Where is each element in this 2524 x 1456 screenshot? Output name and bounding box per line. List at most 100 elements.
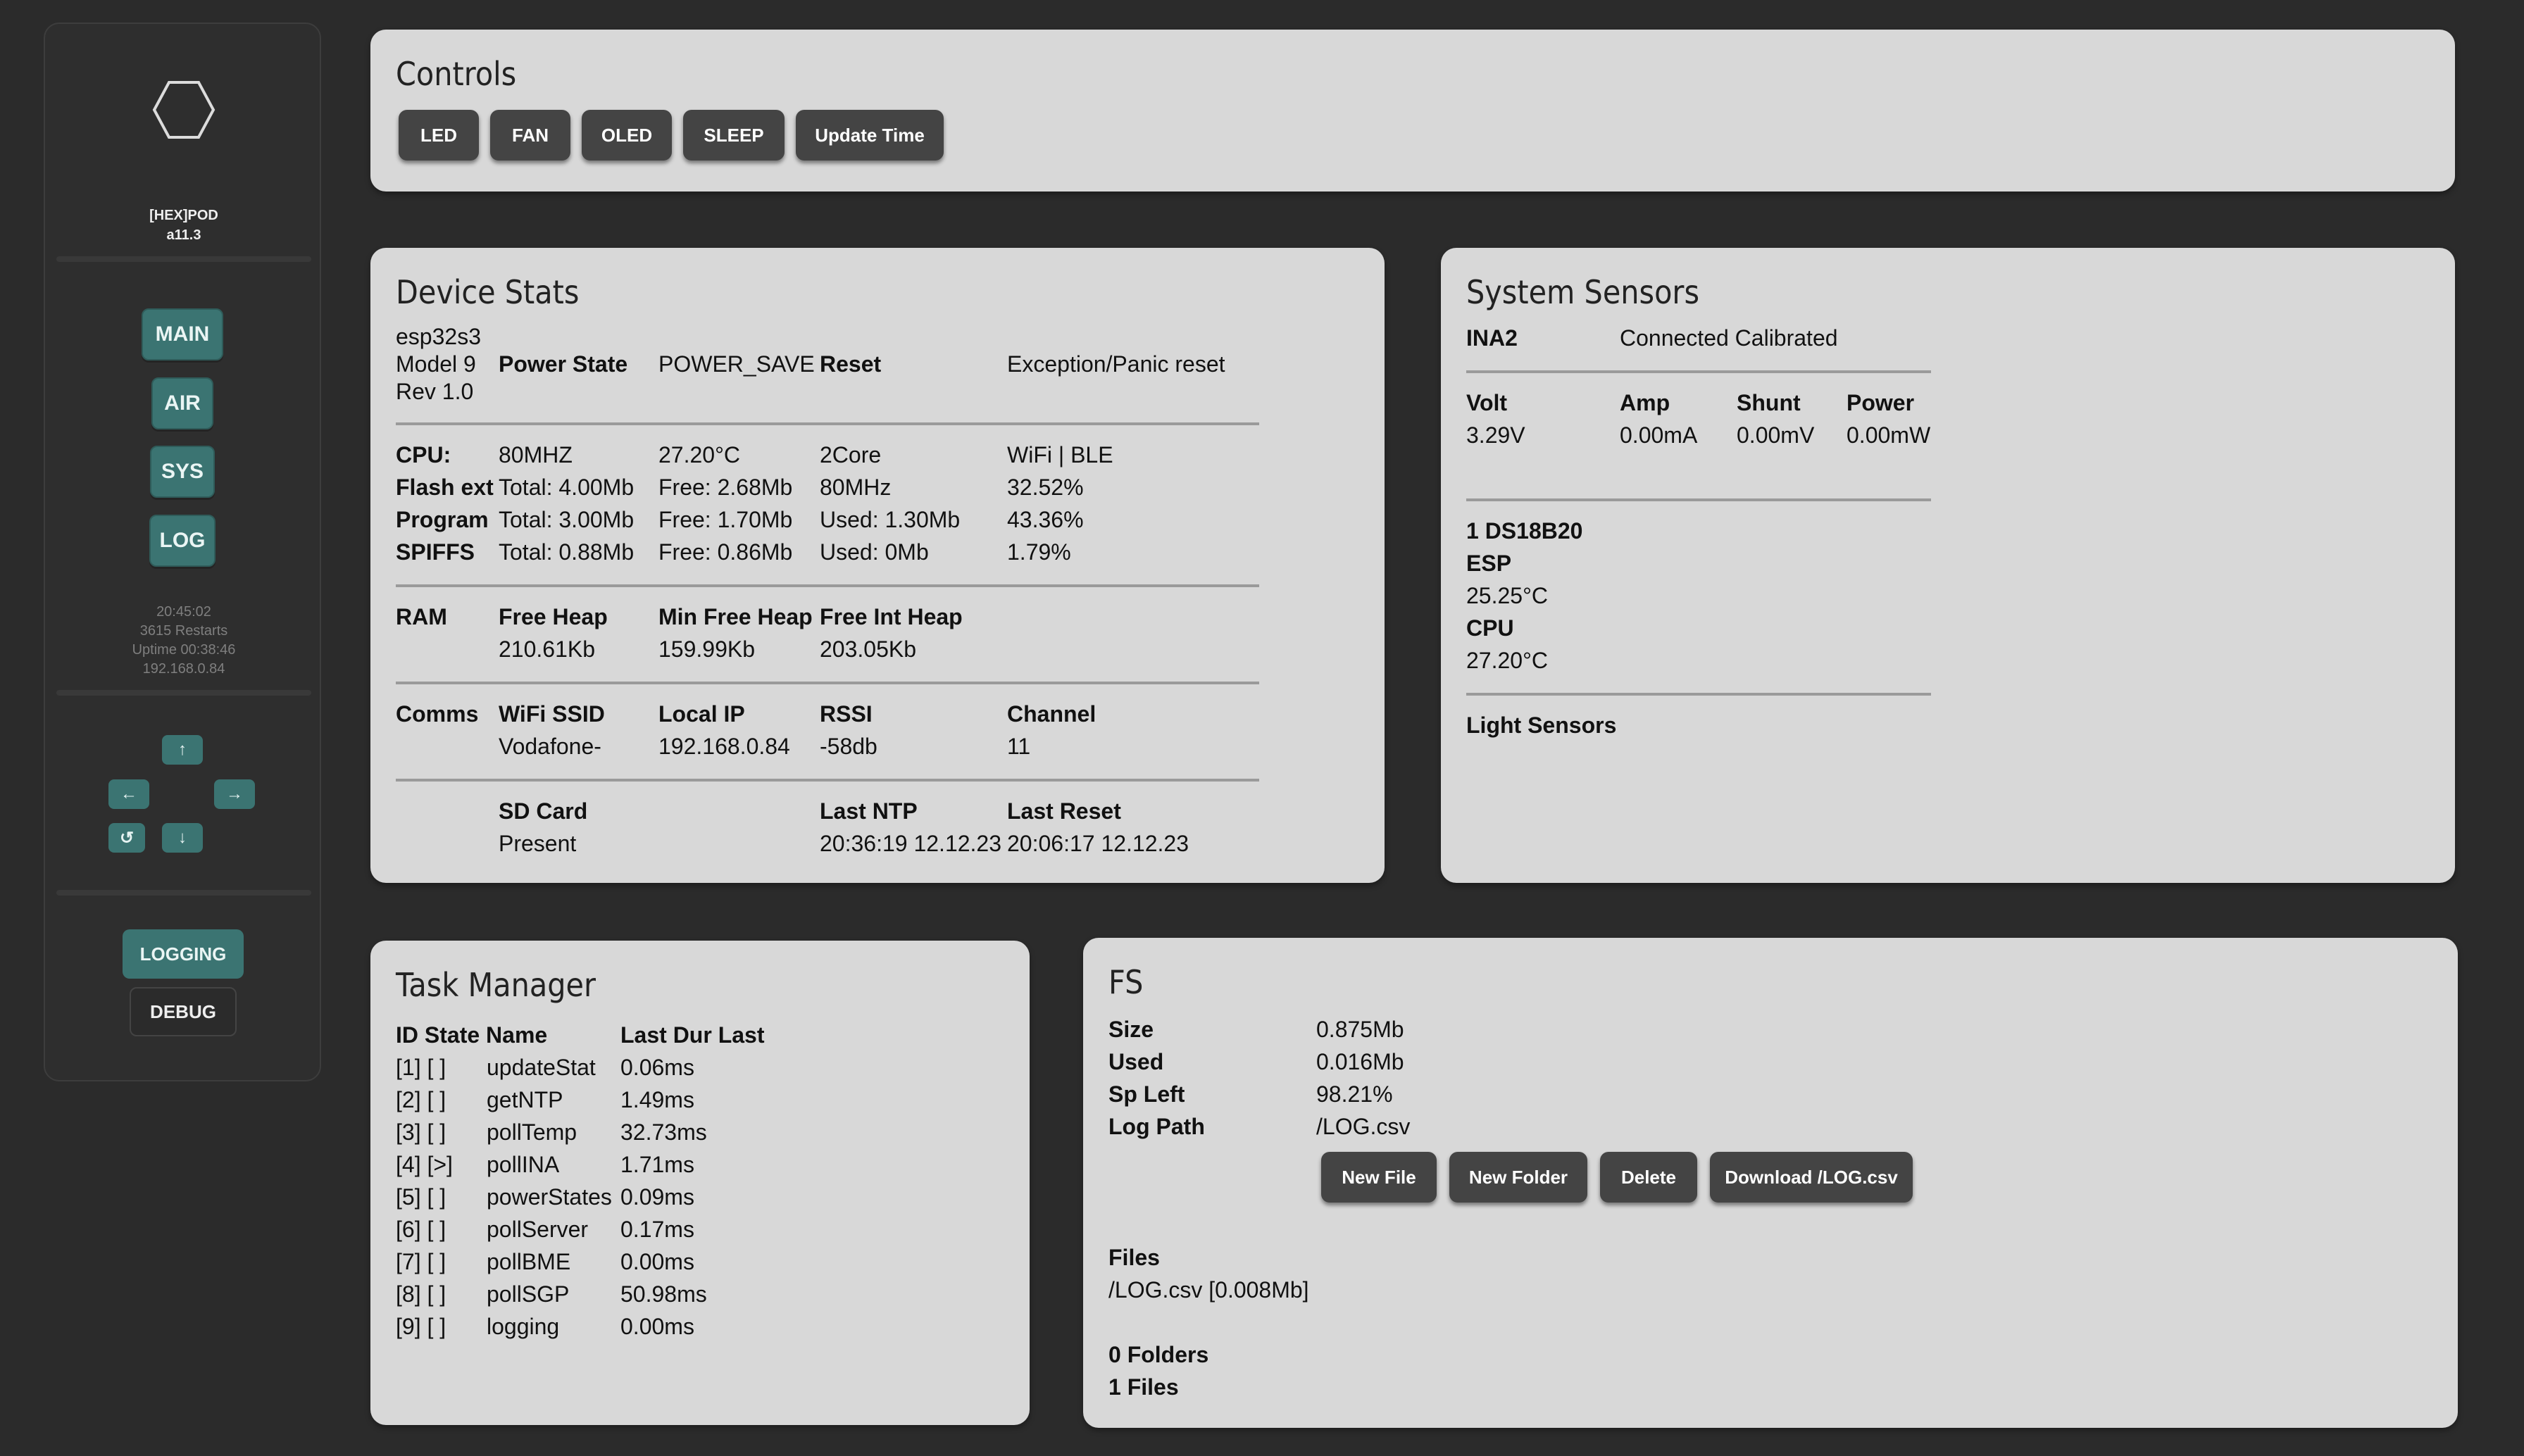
flash-free: Free: 2.68Mb <box>658 475 793 500</box>
divider <box>56 690 311 696</box>
hexagon-logo-icon <box>152 81 215 139</box>
task-duration: 1.49ms <box>620 1087 694 1112</box>
nav-main-button[interactable]: MAIN <box>142 308 223 360</box>
power-value: 0.00mW <box>1847 422 1931 448</box>
file-count: 1 Files <box>1108 1374 1179 1400</box>
cpu-temp: 27.20°C <box>658 442 740 467</box>
spiffs-free: Free: 0.86Mb <box>658 539 793 565</box>
shunt-value: 0.00mV <box>1737 422 1815 448</box>
debug-button[interactable]: DEBUG <box>130 987 237 1036</box>
task-name: pollTemp <box>487 1119 577 1145</box>
local-ip-label: Local IP <box>658 701 745 727</box>
divider <box>1466 498 1931 501</box>
delete-button[interactable]: Delete <box>1600 1152 1697 1203</box>
program-used: Used: 1.30Mb <box>820 507 961 532</box>
file-entry[interactable]: /LOG.csv [0.008Mb] <box>1108 1276 1309 1304</box>
update-time-button[interactable]: Update Time <box>796 110 944 161</box>
task-name: logging <box>487 1314 560 1339</box>
ina-status: Connected Calibrated <box>1620 325 1838 351</box>
oled-button[interactable]: OLED <box>582 110 672 161</box>
log-path-label: Log Path <box>1108 1114 1205 1139</box>
cpu-freq: 80MHZ <box>499 442 573 467</box>
system-sensors-panel: System Sensors INA2 Connected Calibrated… <box>1441 248 2455 883</box>
task-duration: 0.06ms <box>620 1055 694 1080</box>
flash-total: Total: 4.00Mb <box>499 475 635 500</box>
clock: 20:45:02 <box>156 604 211 620</box>
download-log-button[interactable]: Download /LOG.csv <box>1710 1152 1913 1203</box>
reset-arrow-button[interactable]: ↺ <box>108 823 145 853</box>
task-id-state: [8] [ ] <box>396 1281 446 1307</box>
ip-address: 192.168.0.84 <box>142 661 225 677</box>
divider <box>396 584 1259 587</box>
divider <box>56 256 311 262</box>
amp-value: 0.00mA <box>1620 422 1698 448</box>
new-folder-button[interactable]: New Folder <box>1449 1152 1587 1203</box>
spiffs-used: Used: 0Mb <box>820 539 929 565</box>
flash-label: Flash ext <box>396 475 494 500</box>
flash-speed: 80MHz <box>820 475 892 500</box>
logging-button[interactable]: LOGGING <box>123 929 244 979</box>
arrow-down-button[interactable]: ↓ <box>162 823 203 853</box>
min-free-heap-value: 159.99Kb <box>658 636 756 662</box>
nav-air-button[interactable]: AIR <box>151 377 213 429</box>
task-id-state: [9] [ ] <box>396 1314 446 1339</box>
firmware-version: a11.3 <box>166 227 201 243</box>
folder-count: 0 Folders <box>1108 1342 1209 1367</box>
volt-value: 3.29V <box>1466 422 1525 448</box>
program-free: Free: 1.70Mb <box>658 507 793 532</box>
last-reset-label: Last Reset <box>1007 798 1121 824</box>
channel-value: 11 <box>1007 734 1031 759</box>
program-total: Total: 3.00Mb <box>499 507 635 532</box>
spiffs-pct: 1.79% <box>1007 539 1071 565</box>
nav-log-button[interactable]: LOG <box>149 515 215 567</box>
last-reset-value: 20:06:17 12.12.23 <box>1007 831 1189 856</box>
arrow-left-button[interactable]: ← <box>108 779 149 809</box>
cpu-radio: WiFi | BLE <box>1007 442 1113 467</box>
amp-label: Amp <box>1620 390 1670 415</box>
task-duration: 0.00ms <box>620 1314 694 1339</box>
task-duration: 1.71ms <box>620 1152 694 1177</box>
sleep-button[interactable]: SLEEP <box>683 110 785 161</box>
power-state-value: POWER_SAVE <box>658 351 815 377</box>
controls-title: Controls <box>396 55 517 93</box>
fs-space-left-label: Sp Left <box>1108 1081 1185 1107</box>
sidebar: [HEX]POD a11.3 MAIN AIR SYS LOG 20:45:02… <box>44 23 321 1081</box>
cpu-label: CPU: <box>396 442 451 467</box>
fan-button[interactable]: FAN <box>490 110 570 161</box>
power-state-label: Power State <box>499 351 628 377</box>
chip-name: esp32s3 <box>396 324 481 349</box>
restart-count: 3615 Restarts <box>139 623 228 639</box>
task-name: getNTP <box>487 1087 563 1112</box>
ds18b20-label: 1 DS18B20 <box>1466 518 1583 544</box>
task-name: updateStat <box>487 1055 596 1080</box>
last-ntp-value: 20:36:19 12.12.23 <box>820 831 1002 856</box>
task-name: powerStates <box>487 1184 612 1210</box>
led-button[interactable]: LED <box>399 110 479 161</box>
new-file-button[interactable]: New File <box>1321 1152 1437 1203</box>
arrow-right-button[interactable]: → <box>214 779 255 809</box>
program-label: Program <box>396 507 489 532</box>
divider <box>1466 693 1931 696</box>
revision: Rev 1.0 <box>396 379 474 404</box>
spiffs-total: Total: 0.88Mb <box>499 539 635 565</box>
arrow-up-button[interactable]: ↑ <box>162 735 203 765</box>
brand: [HEX]POD a11.3 <box>45 206 323 245</box>
wifi-ssid-value: Vodafone- <box>499 734 601 759</box>
esp-temp-label: ESP <box>1466 551 1512 576</box>
files-label: Files <box>1108 1245 1160 1270</box>
divider <box>56 890 311 896</box>
controls-panel: Controls LED FAN OLED SLEEP Update Time <box>370 30 2455 192</box>
task-id-state: [2] [ ] <box>396 1087 446 1112</box>
fs-used-value: 0.016Mb <box>1316 1049 1404 1074</box>
task-duration: 0.17ms <box>620 1217 694 1242</box>
uptime: Uptime 00:38:46 <box>132 642 236 658</box>
rssi-label: RSSI <box>820 701 873 727</box>
task-duration: 0.00ms <box>620 1249 694 1274</box>
divider <box>396 422 1259 425</box>
task-id-state: [3] [ ] <box>396 1119 446 1145</box>
comms-label: Comms <box>396 701 479 727</box>
last-ntp-label: Last NTP <box>820 798 918 824</box>
cpu-temp-label: CPU <box>1466 615 1514 641</box>
cpu-temp-value: 27.20°C <box>1466 648 1548 673</box>
nav-sys-button[interactable]: SYS <box>150 446 215 498</box>
